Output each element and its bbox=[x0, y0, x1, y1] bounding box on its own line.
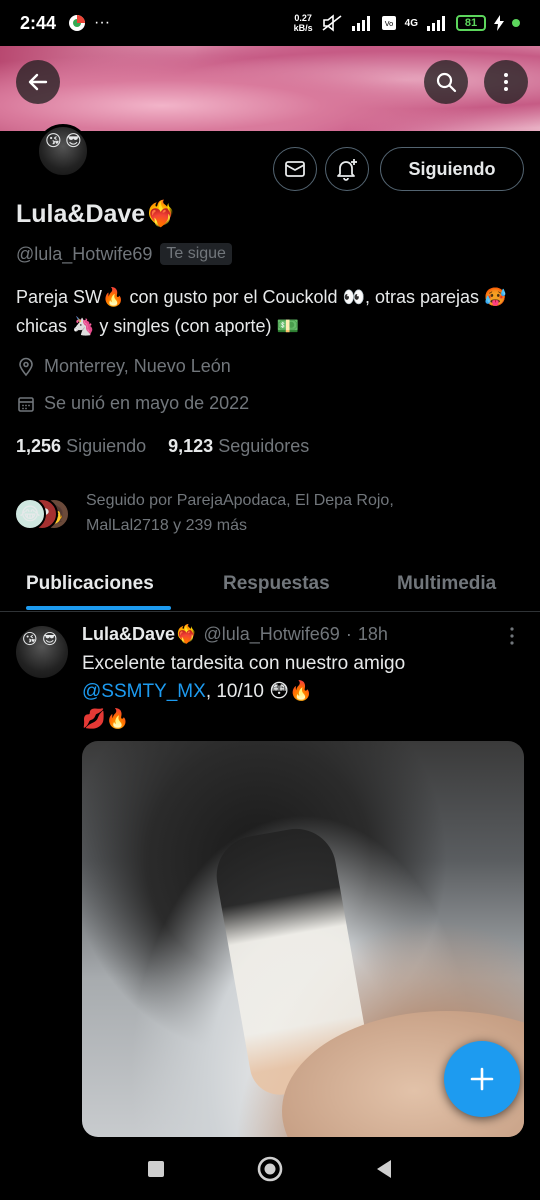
post-text-end: , 10/10 😳🔥 bbox=[205, 681, 313, 702]
avatar-emoji-2: 😎 bbox=[65, 133, 82, 150]
more-vertical-icon bbox=[504, 73, 508, 91]
active-tab-indicator bbox=[26, 606, 171, 610]
message-button[interactable] bbox=[273, 147, 317, 191]
location-row: Monterrey, Nuevo León bbox=[16, 356, 231, 377]
more-vertical-icon bbox=[510, 627, 514, 645]
post-text-line2: 💋🔥 bbox=[82, 709, 130, 730]
more-options-button[interactable] bbox=[484, 60, 528, 104]
profile-name: Lula&Dave❤️‍🔥 bbox=[16, 200, 177, 228]
mute-icon bbox=[322, 14, 342, 32]
signal-icon bbox=[351, 16, 370, 31]
status-dot bbox=[512, 19, 520, 27]
following-link[interactable]: 1,256 Siguiendo bbox=[16, 436, 146, 457]
post-mention[interactable]: @SSMTY_MX bbox=[82, 681, 206, 702]
handle-row: @lula_Hotwife69 Te sigue bbox=[16, 243, 232, 265]
followers-link[interactable]: 9,123 Seguidores bbox=[168, 436, 309, 457]
post-more-button[interactable] bbox=[500, 624, 524, 653]
following-label: Siguiendo bbox=[66, 436, 147, 456]
bell-plus-icon bbox=[337, 159, 357, 181]
profile-avatar[interactable]: 😘 😎 bbox=[36, 124, 90, 178]
net-speed-value: 0.27 bbox=[294, 13, 312, 23]
tab-publicaciones[interactable]: Publicaciones bbox=[26, 560, 154, 608]
home-icon[interactable] bbox=[256, 1155, 284, 1183]
profile-location: Monterrey, Nuevo León bbox=[44, 356, 231, 376]
post-text-start: Excelente tardesita con nuestro amigo bbox=[82, 653, 406, 674]
post-text: Excelente tardesita con nuestro amigo @S… bbox=[82, 650, 522, 734]
followed-by-row[interactable]: 🧑 ❤ 😂 Seguido por ParejaApodaca, El Depa… bbox=[14, 488, 466, 538]
battery-indicator: 81 bbox=[456, 15, 486, 31]
network-type: 4G bbox=[404, 17, 418, 29]
followed-by-text: Seguido por ParejaApodaca, El Depa Rojo,… bbox=[86, 492, 394, 534]
post-time: 18h bbox=[357, 624, 388, 644]
mail-icon bbox=[285, 161, 305, 177]
more-notifications-icon: ··· bbox=[94, 14, 111, 31]
net-speed: 0.27 kB/s bbox=[294, 13, 313, 33]
joined-row: Se unió en mayo de 2022 bbox=[16, 393, 249, 414]
tab-multimedia[interactable]: Multimedia bbox=[397, 560, 496, 608]
status-bar: 2:44 ··· 0.27 kB/s Vo 4G 81 bbox=[0, 0, 540, 46]
followers-count: 9,123 bbox=[168, 436, 214, 456]
follows-you-badge: Te sigue bbox=[160, 243, 232, 265]
calendar-icon bbox=[18, 396, 34, 412]
post-separator: · bbox=[345, 624, 352, 644]
search-icon bbox=[436, 72, 457, 93]
following-button[interactable]: Siguiendo bbox=[380, 147, 524, 191]
back-button[interactable] bbox=[16, 60, 60, 104]
status-time: 2:44 bbox=[20, 12, 57, 33]
avatar-emoji-1: 😘 bbox=[45, 133, 62, 150]
recents-icon[interactable] bbox=[146, 1159, 166, 1179]
post-header: Lula&Dave❤️‍🔥 @lula_Hotwife69 · 18h bbox=[82, 624, 522, 645]
post-author-avatar[interactable]: 😘 😎 bbox=[16, 626, 68, 678]
arrow-left-icon bbox=[28, 73, 48, 91]
profile-joined: Se unió en mayo de 2022 bbox=[44, 393, 250, 413]
system-nav-bar bbox=[0, 1137, 540, 1200]
follow-counts: 1,256 Siguiendo 9,123 Seguidores bbox=[16, 436, 309, 457]
followed-by-avatars: 🧑 ❤ 😂 bbox=[14, 494, 74, 534]
post-author-name[interactable]: Lula&Dave❤️‍🔥 bbox=[82, 624, 197, 645]
back-nav-icon[interactable] bbox=[374, 1158, 394, 1180]
tab-respuestas[interactable]: Respuestas bbox=[223, 560, 330, 608]
post-avatar-emoji-2: 😎 bbox=[42, 631, 58, 648]
profile-handle: @lula_Hotwife69 bbox=[16, 243, 153, 264]
profile-tabs: Publicaciones Respuestas Multimedia bbox=[0, 560, 540, 612]
compose-button[interactable] bbox=[444, 1041, 520, 1117]
plus-icon bbox=[470, 1067, 494, 1091]
svg-text:Vo: Vo bbox=[384, 20, 393, 28]
app-notification-icon bbox=[69, 15, 86, 31]
signal-icon-2 bbox=[427, 16, 445, 31]
notifications-button[interactable] bbox=[325, 147, 369, 191]
mini-avatar-1: 😂 bbox=[14, 498, 46, 530]
net-speed-unit: kB/s bbox=[293, 23, 313, 33]
profile-bio: Pareja SW🔥 con gusto por el Couckold 👀, … bbox=[16, 287, 507, 336]
following-count: 1,256 bbox=[16, 436, 62, 456]
charging-icon bbox=[494, 15, 504, 31]
search-button[interactable] bbox=[424, 60, 468, 104]
location-pin-icon bbox=[19, 357, 33, 376]
post-avatar-emoji-1: 😘 bbox=[22, 631, 38, 648]
post-author-handle[interactable]: @lula_Hotwife69 bbox=[203, 624, 339, 645]
followers-label: Seguidores bbox=[218, 436, 310, 456]
volte-icon: Vo bbox=[381, 16, 396, 30]
